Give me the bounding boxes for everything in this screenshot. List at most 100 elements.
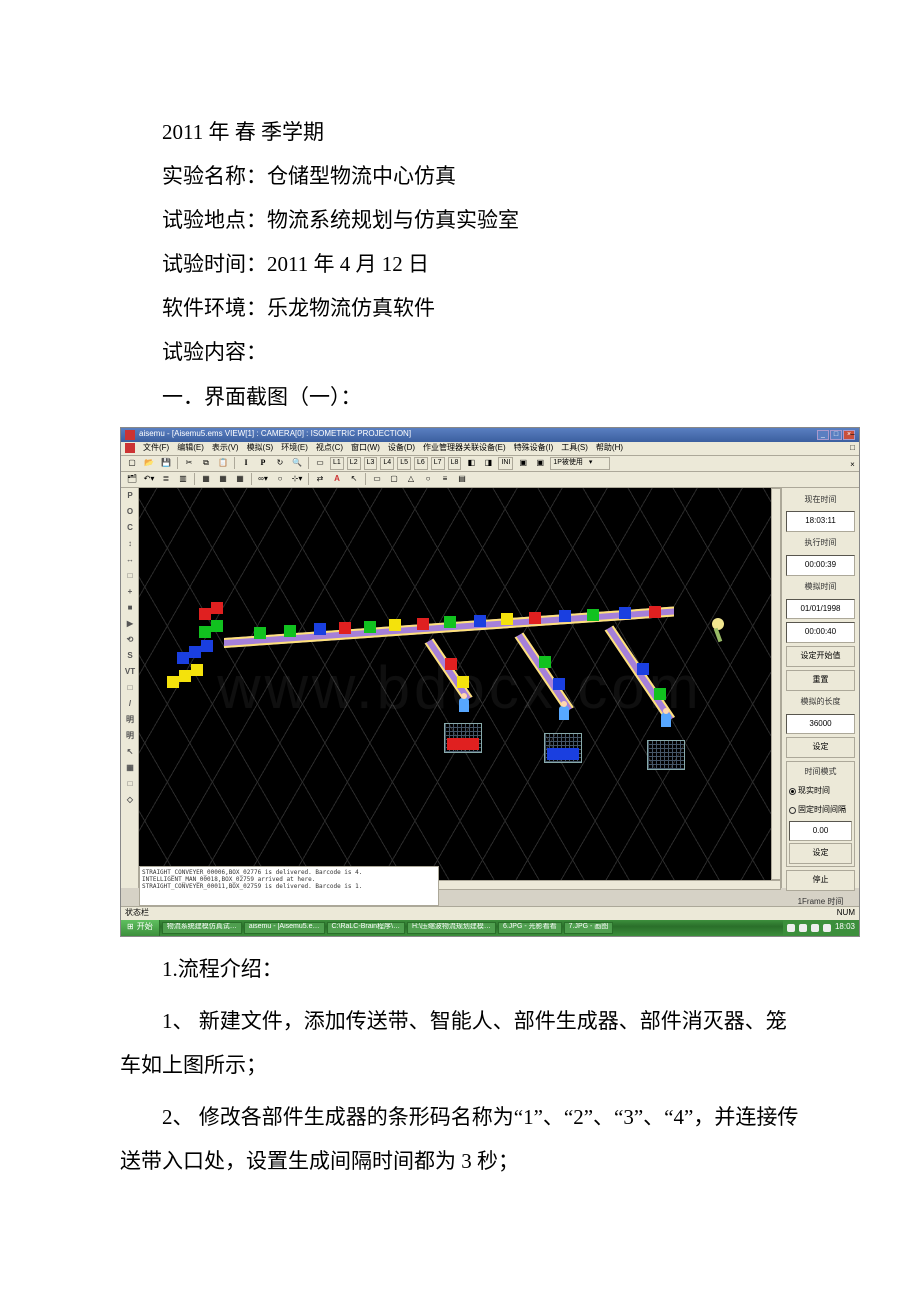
link-icon[interactable]: ∞▾ [256, 473, 270, 486]
reset-button[interactable]: 重置 [786, 670, 855, 691]
ltool-cn1[interactable]: 明 [123, 714, 137, 728]
mdi-maximize-button[interactable]: □ [850, 440, 855, 457]
layer-l4[interactable]: L4 [380, 457, 394, 470]
len-value[interactable]: 36000 [786, 714, 855, 735]
open-icon[interactable]: 📂 [142, 457, 156, 470]
mode-fixed-radio[interactable]: 固定时间间隔 [789, 802, 852, 819]
copy-icon[interactable]: ⧉ [199, 457, 213, 470]
tray-icon[interactable] [799, 924, 807, 932]
taskbar-item[interactable]: H:\压缩波物流规划建模… [407, 922, 496, 934]
set-len-button[interactable]: 设定 [786, 737, 855, 758]
box-on-belt [559, 610, 571, 622]
layer-l1[interactable]: L1 [330, 457, 344, 470]
mdi-close-button[interactable]: × [850, 457, 855, 474]
grid3-icon[interactable]: ▦ [233, 473, 247, 486]
cut-icon[interactable]: ✂ [182, 457, 196, 470]
viewport-3d[interactable]: www.bdocx.com [139, 488, 781, 888]
menu-tools[interactable]: 工具(S) [561, 440, 588, 457]
taskbar-item[interactable]: 6.JPG - 光影看看 [498, 922, 562, 934]
ltool-vert[interactable]: ↕ [123, 538, 137, 552]
menu-jobmgr[interactable]: 作业管理器关联设备(E) [423, 440, 506, 457]
stop-button[interactable]: 停止 [786, 870, 855, 891]
system-tray[interactable]: 18:03 [783, 920, 859, 936]
tray-icon[interactable] [811, 924, 819, 932]
measure-icon[interactable]: ⇄ [313, 473, 327, 486]
ltool-sq[interactable]: □ [123, 778, 137, 792]
wall-icon[interactable]: ▥ [176, 473, 190, 486]
flag-icon[interactable]: ▣ [516, 457, 530, 470]
ltool-line[interactable]: / [123, 698, 137, 712]
select-icon[interactable]: ↖ [347, 473, 361, 486]
menu-window[interactable]: 窗口(W) [351, 440, 380, 457]
ltool-p[interactable]: P [123, 490, 137, 504]
layer-l2[interactable]: L2 [347, 457, 361, 470]
tray-icon[interactable] [787, 924, 795, 932]
ltool-box2[interactable]: □ [123, 682, 137, 696]
new-icon[interactable]: ▢ [125, 457, 139, 470]
ltool-fill[interactable]: ■ [123, 602, 137, 616]
tray-icon[interactable] [823, 924, 831, 932]
layer-icon[interactable]: ≣ [159, 473, 173, 486]
start-button[interactable]: ⊞ 开始 [121, 920, 160, 936]
ini-button[interactable]: INI [498, 457, 513, 470]
snap-icon[interactable]: ⊹▾ [290, 473, 304, 486]
zoom-icon[interactable]: 🔍 [290, 457, 304, 470]
shape-chart-icon[interactable]: ▤ [455, 473, 469, 486]
ltool-cn2[interactable]: 明 [123, 730, 137, 744]
ltool-c[interactable]: C [123, 522, 137, 536]
mode-real-radio[interactable]: 现实时间 [789, 783, 852, 800]
save-icon[interactable]: 💾 [159, 457, 173, 470]
minimize-button[interactable]: _ [817, 430, 829, 440]
flag2-icon[interactable]: ▣ [533, 457, 547, 470]
sim-control-panel: 现在时间 18:03:11 执行时间 00:00:39 模拟时间 01/01/1… [781, 488, 859, 888]
rotate-icon[interactable]: ↻ [273, 457, 287, 470]
toggle-a-icon[interactable]: ◧ [464, 457, 478, 470]
ltool-play[interactable]: ▶ [123, 618, 137, 632]
menu-device[interactable]: 设备(D) [388, 440, 415, 457]
taskbar-item[interactable]: 物流系统建模仿真试… [162, 922, 242, 934]
info-icon[interactable]: I [239, 457, 253, 470]
taskbar-item[interactable]: C:\RaLC-Brain程序\… [327, 922, 405, 934]
layer-l8[interactable]: L8 [448, 457, 462, 470]
ip-used-dropdown[interactable]: 1P被使用▾ [550, 457, 610, 470]
para-icon[interactable]: P [256, 457, 270, 470]
ltool-plus[interactable]: + [123, 586, 137, 600]
toggle-b-icon[interactable]: ◨ [481, 457, 495, 470]
shape-tri-icon[interactable]: △ [404, 473, 418, 486]
set-start-button[interactable]: 设定开始值 [786, 646, 855, 667]
ltool-grid[interactable]: ▦ [123, 762, 137, 776]
ltool-s[interactable]: S [123, 650, 137, 664]
scrollbar-vertical[interactable] [771, 488, 781, 880]
grid2-icon[interactable]: ▦ [216, 473, 230, 486]
taskbar-item[interactable]: aisemu - [Aisemu5.e… [244, 922, 325, 934]
view-icon[interactable]: 🗂 [125, 473, 139, 486]
shape-box-icon[interactable]: ▢ [387, 473, 401, 486]
layer-l7[interactable]: L7 [431, 457, 445, 470]
paste-icon[interactable]: 📋 [216, 457, 230, 470]
ltool-horiz[interactable]: ↔ [123, 554, 137, 568]
layer-l5[interactable]: L5 [397, 457, 411, 470]
shape-list-icon[interactable]: ≡ [438, 473, 452, 486]
mode-val[interactable]: 0.00 [789, 821, 852, 842]
grid1-icon[interactable]: ▦ [199, 473, 213, 486]
mode-set-button[interactable]: 设定 [789, 843, 852, 864]
circle-icon[interactable]: ○ [273, 473, 287, 486]
ltool-rect[interactable]: □ [123, 570, 137, 584]
ltool-vt[interactable]: VT [123, 666, 137, 680]
text-icon[interactable]: A [330, 473, 344, 486]
undo-icon[interactable]: ↶▾ [142, 473, 156, 486]
box-icon[interactable]: ▭ [313, 457, 327, 470]
layer-l6[interactable]: L6 [414, 457, 428, 470]
shape-circ-icon[interactable]: ○ [421, 473, 435, 486]
ltool-refresh[interactable]: ⟲ [123, 634, 137, 648]
layer-l3[interactable]: L3 [364, 457, 378, 470]
maximize-button[interactable]: □ [830, 430, 842, 440]
menu-help[interactable]: 帮助(H) [596, 440, 623, 457]
ltool-arrow[interactable]: ↖ [123, 746, 137, 760]
shape-rect-icon[interactable]: ▭ [370, 473, 384, 486]
ltool-diamond[interactable]: ◇ [123, 794, 137, 808]
ltool-o[interactable]: O [123, 506, 137, 520]
box-on-belt [501, 613, 513, 625]
mdi-minimize-button[interactable]: _ [850, 427, 855, 440]
taskbar-item[interactable]: 7.JPG - 画图 [564, 922, 614, 934]
